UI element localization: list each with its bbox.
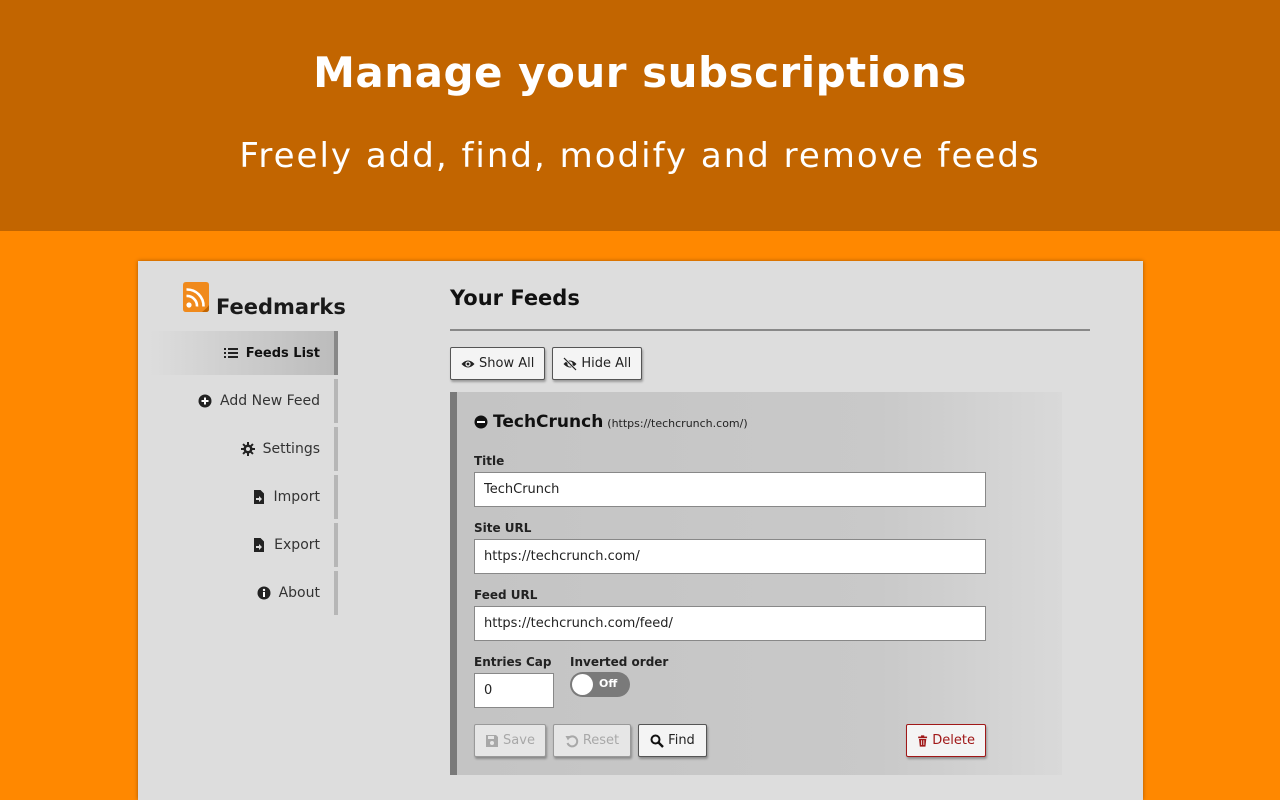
file-import-icon [252, 490, 266, 504]
page-title: Your Feeds [450, 286, 580, 310]
feed-url-input[interactable] [474, 606, 986, 641]
sidebar-item-label: Settings [262, 441, 320, 457]
list-icon [223, 346, 238, 360]
reset-button[interactable]: Reset [553, 724, 631, 757]
sidebar-nav: Feeds List Add New Feed Settings Import … [150, 331, 338, 619]
sidebar-item-label: Add New Feed [220, 393, 320, 409]
entries-cap-input[interactable] [474, 673, 554, 708]
delete-label: Delete [932, 733, 975, 748]
save-label: Save [503, 733, 535, 748]
file-export-icon [252, 538, 266, 552]
gear-icon [240, 442, 255, 456]
sidebar-item-feeds-list[interactable]: Feeds List [150, 331, 338, 375]
feed-site-url: (https://techcrunch.com/) [607, 417, 748, 430]
feed-url-field-label: Feed URL [474, 588, 538, 602]
sidebar-item-settings[interactable]: Settings [150, 427, 338, 471]
sidebar-item-label: Feeds List [245, 345, 320, 361]
info-circle-icon [257, 586, 271, 600]
banner-subtitle: Freely add, find, modify and remove feed… [239, 136, 1041, 176]
trash-icon [918, 734, 928, 747]
inverted-order-label: Inverted order [570, 655, 669, 669]
title-field-label: Title [474, 454, 505, 468]
save-button[interactable]: Save [474, 724, 546, 757]
delete-button[interactable]: Delete [906, 724, 986, 757]
search-icon [650, 734, 665, 748]
inverted-order-toggle[interactable]: Off [570, 672, 630, 697]
toggle-knob [572, 674, 593, 695]
feed-card-header[interactable]: TechCrunch (https://techcrunch.com/) [474, 412, 748, 432]
sidebar-item-add-new-feed[interactable]: Add New Feed [150, 379, 338, 423]
site-url-field-label: Site URL [474, 521, 532, 535]
sidebar-item-about[interactable]: About [150, 571, 338, 615]
eye-slash-icon [563, 356, 578, 371]
show-all-button[interactable]: Show All [450, 347, 546, 380]
entries-cap-label: Entries Cap [474, 655, 552, 669]
toggle-state-label: Off [599, 677, 618, 690]
app-logo: Feedmarks [180, 281, 346, 319]
sidebar-item-label: Import [273, 489, 320, 505]
main-content: Your Feeds Show All Hide All [450, 286, 1090, 380]
feed-title: TechCrunch [493, 412, 604, 432]
hide-all-label: Hide All [581, 356, 632, 371]
sidebar-item-label: Export [274, 537, 320, 553]
find-label: Find [668, 733, 695, 748]
app-window: Feedmarks Feeds List Add New Feed Settin… [138, 261, 1143, 800]
promo-banner: Manage your subscriptions Freely add, fi… [0, 0, 1280, 231]
find-button[interactable]: Find [638, 724, 707, 757]
hide-all-button[interactable]: Hide All [552, 347, 643, 380]
site-url-input[interactable] [474, 539, 986, 574]
feed-card: TechCrunch (https://techcrunch.com/) Tit… [450, 392, 1062, 775]
undo-icon [565, 734, 578, 747]
title-divider [450, 329, 1090, 331]
sidebar-item-export[interactable]: Export [150, 523, 338, 567]
sidebar-item-label: About [278, 585, 320, 601]
reset-label: Reset [582, 733, 620, 748]
feeds-toolbar: Show All Hide All [450, 347, 643, 380]
sidebar-item-import[interactable]: Import [150, 475, 338, 519]
title-input[interactable] [474, 472, 986, 507]
banner-title: Manage your subscriptions [313, 48, 967, 97]
minus-circle-icon[interactable] [474, 415, 488, 429]
rss-logo-icon [183, 282, 209, 312]
plus-circle-icon [198, 394, 212, 408]
save-icon [486, 734, 499, 747]
eye-icon [461, 360, 475, 367]
show-all-label: Show All [479, 356, 535, 371]
app-name: Feedmarks [216, 295, 346, 319]
